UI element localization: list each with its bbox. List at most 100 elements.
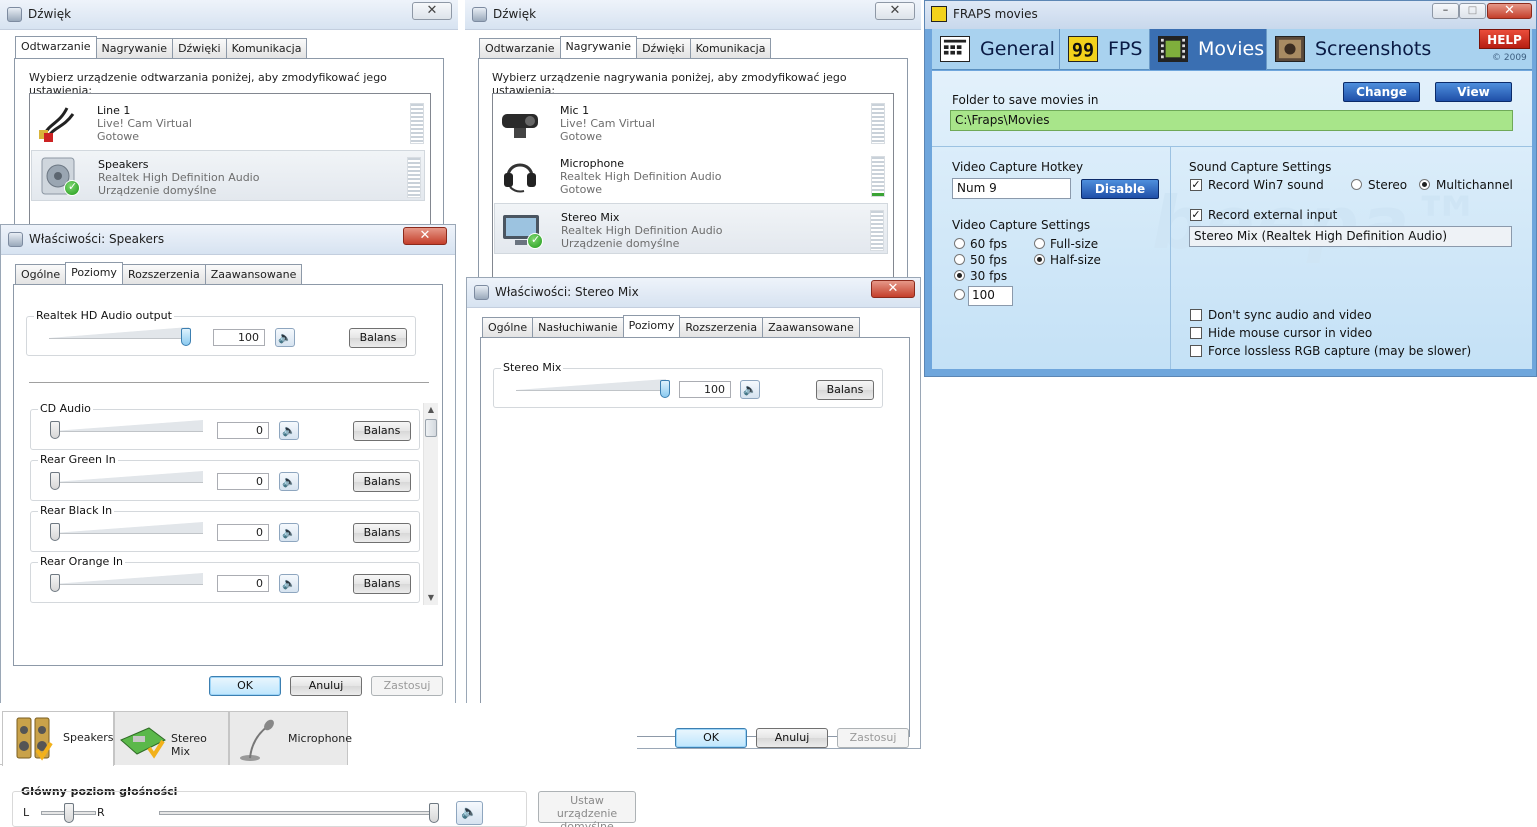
mute-speaker-icon[interactable]: 🔈: [279, 472, 299, 491]
cancel-button[interactable]: Anuluj: [290, 676, 362, 696]
tab-nasluchiwanie[interactable]: Nasłuchiwanie: [532, 317, 624, 337]
tab-dzwieki[interactable]: Dźwięki: [172, 38, 227, 58]
record-win7-checkbox[interactable]: ✓: [1190, 179, 1202, 191]
hotkey-field[interactable]: Num 9: [952, 178, 1071, 199]
change-folder-button[interactable]: Change: [1343, 82, 1420, 102]
device-tab-speakers[interactable]: Speakers: [2, 711, 114, 766]
tab-poziomy[interactable]: Poziomy: [622, 315, 681, 337]
stereo-mix-apply-button[interactable]: Zastosuj: [837, 728, 909, 748]
tab-zaawansowane[interactable]: Zaawansowane: [762, 317, 860, 337]
custom-fps-field[interactable]: 100: [968, 286, 1013, 306]
tab-rozszerzenia[interactable]: Rozszerzenia: [121, 264, 206, 284]
volume-slider-thumb[interactable]: [660, 380, 670, 398]
fps-50-radio[interactable]: [954, 254, 965, 265]
dont-sync-checkbox[interactable]: [1190, 309, 1202, 321]
channel-slider-thumb[interactable]: [50, 472, 60, 490]
tab-rozszerzenia[interactable]: Rozszerzenia: [679, 317, 764, 337]
tab-nagrywanie[interactable]: Nagrywanie: [95, 38, 174, 58]
device-microphone[interactable]: Microphone Realtek High Definition Audio…: [494, 150, 890, 201]
tab-dzwieki[interactable]: Dźwięki: [636, 38, 691, 58]
tab-ogolne[interactable]: Ogólne: [482, 317, 534, 337]
tab-odtwarzanie[interactable]: Odtwarzanie: [15, 36, 97, 58]
tab-ogolne[interactable]: Ogólne: [15, 264, 67, 284]
mute-speaker-icon[interactable]: 🔈: [279, 574, 299, 593]
channel-value[interactable]: 0: [217, 422, 269, 439]
left-label: L: [23, 806, 30, 819]
close-button[interactable]: ✕: [412, 2, 452, 20]
fps-30-radio[interactable]: [954, 270, 965, 281]
device-mic-1[interactable]: Mic 1 Live! Cam Virtual Gotowe: [494, 97, 890, 148]
fps-60-radio[interactable]: [954, 238, 965, 249]
view-folder-button[interactable]: View: [1435, 82, 1512, 102]
maximize-button[interactable]: □: [1459, 3, 1486, 19]
scroll-up-icon[interactable]: ▲: [424, 403, 438, 417]
custom-fps-radio[interactable]: [954, 289, 965, 300]
apply-button[interactable]: Zastosuj: [371, 676, 443, 696]
close-button[interactable]: ✕: [403, 227, 447, 245]
lossless-rgb-checkbox[interactable]: [1190, 345, 1202, 357]
tab-zaawansowane[interactable]: Zaawansowane: [204, 264, 303, 284]
balance-button[interactable]: Balans: [816, 380, 874, 400]
mute-speaker-icon[interactable]: 🔈: [275, 328, 295, 347]
master-mute-speaker-icon[interactable]: 🔈: [456, 801, 483, 825]
folder-path-field[interactable]: C:\Fraps\Movies: [950, 110, 1513, 131]
disable-hotkey-button[interactable]: Disable: [1081, 179, 1159, 199]
channel-slider-thumb[interactable]: [50, 421, 60, 439]
channel-value[interactable]: 0: [217, 524, 269, 541]
ok-button[interactable]: OK: [209, 676, 281, 696]
scroll-down-icon[interactable]: ▼: [424, 591, 438, 605]
close-button[interactable]: ✕: [871, 280, 915, 298]
stereo-radio[interactable]: [1351, 179, 1362, 190]
tab-komunikacja[interactable]: Komunikacja: [225, 38, 308, 58]
volume-value[interactable]: 100: [679, 381, 731, 398]
help-button[interactable]: HELP: [1479, 29, 1530, 49]
device-line-1[interactable]: Line 1 Live! Cam Virtual Gotowe: [31, 97, 429, 148]
channel-slider-thumb[interactable]: [50, 574, 60, 592]
half-size-radio[interactable]: [1034, 254, 1045, 265]
balance-button[interactable]: Balans: [349, 328, 407, 348]
external-input-select[interactable]: Stereo Mix (Realtek High Definition Audi…: [1189, 226, 1512, 247]
device-tab-microphone[interactable]: Microphone: [229, 711, 352, 765]
group-label: Stereo Mix: [501, 361, 564, 374]
balance-slider-thumb[interactable]: [63, 803, 74, 823]
mute-speaker-icon[interactable]: 🔈: [279, 421, 299, 440]
device-status: Gotowe: [560, 130, 603, 143]
close-button[interactable]: ✕: [875, 2, 915, 20]
slider-wedge: [53, 420, 203, 432]
master-volume-thumb[interactable]: [429, 803, 439, 823]
balance-button[interactable]: Balans: [353, 421, 411, 441]
close-button[interactable]: ✕: [1487, 3, 1532, 19]
channel-value[interactable]: 0: [217, 575, 269, 592]
tab-fps[interactable]: 99 FPS: [1060, 29, 1150, 70]
multichannel-radio[interactable]: [1419, 179, 1430, 190]
device-speakers[interactable]: Speakers Realtek High Definition Audio U…: [31, 150, 425, 201]
tab-komunikacja[interactable]: Komunikacja: [689, 38, 772, 58]
channel-value[interactable]: 0: [217, 473, 269, 490]
balance-button[interactable]: Balans: [353, 523, 411, 543]
tab-general[interactable]: General: [932, 29, 1060, 70]
tab-screenshots[interactable]: Screenshots: [1267, 29, 1431, 70]
volume-slider-thumb[interactable]: [181, 328, 191, 346]
tab-odtwarzanie[interactable]: Odtwarzanie: [479, 38, 561, 58]
tab-nagrywanie[interactable]: Nagrywanie: [559, 36, 638, 58]
volume-value[interactable]: 100: [213, 329, 265, 346]
stereo-mix-cancel-button[interactable]: Anuluj: [756, 728, 828, 748]
set-default-button[interactable]: Ustaw urządzenie domyślne: [538, 791, 636, 827]
hide-cursor-checkbox[interactable]: [1190, 327, 1202, 339]
scroll-thumb[interactable]: [425, 419, 437, 437]
tab-poziomy[interactable]: Poziomy: [65, 262, 123, 284]
mute-speaker-icon[interactable]: 🔈: [279, 523, 299, 542]
balance-button[interactable]: Balans: [353, 574, 411, 594]
title-bar: Dźwięk ✕: [0, 0, 458, 30]
record-external-checkbox[interactable]: ✓: [1190, 209, 1202, 221]
device-tab-stereo-mix[interactable]: Stereo Mix: [114, 711, 229, 765]
full-size-radio[interactable]: [1034, 238, 1045, 249]
channel-slider-thumb[interactable]: [50, 523, 60, 541]
minimize-button[interactable]: –: [1432, 3, 1459, 19]
mute-speaker-icon[interactable]: 🔈: [740, 380, 760, 399]
balance-button[interactable]: Balans: [353, 472, 411, 492]
device-stereo-mix[interactable]: Stereo Mix Realtek High Definition Audio…: [494, 203, 888, 254]
stereo-mix-ok-button[interactable]: OK: [675, 728, 747, 748]
tab-movies[interactable]: Movies: [1150, 29, 1267, 70]
channels-scrollbar[interactable]: ▲ ▼: [423, 403, 438, 605]
